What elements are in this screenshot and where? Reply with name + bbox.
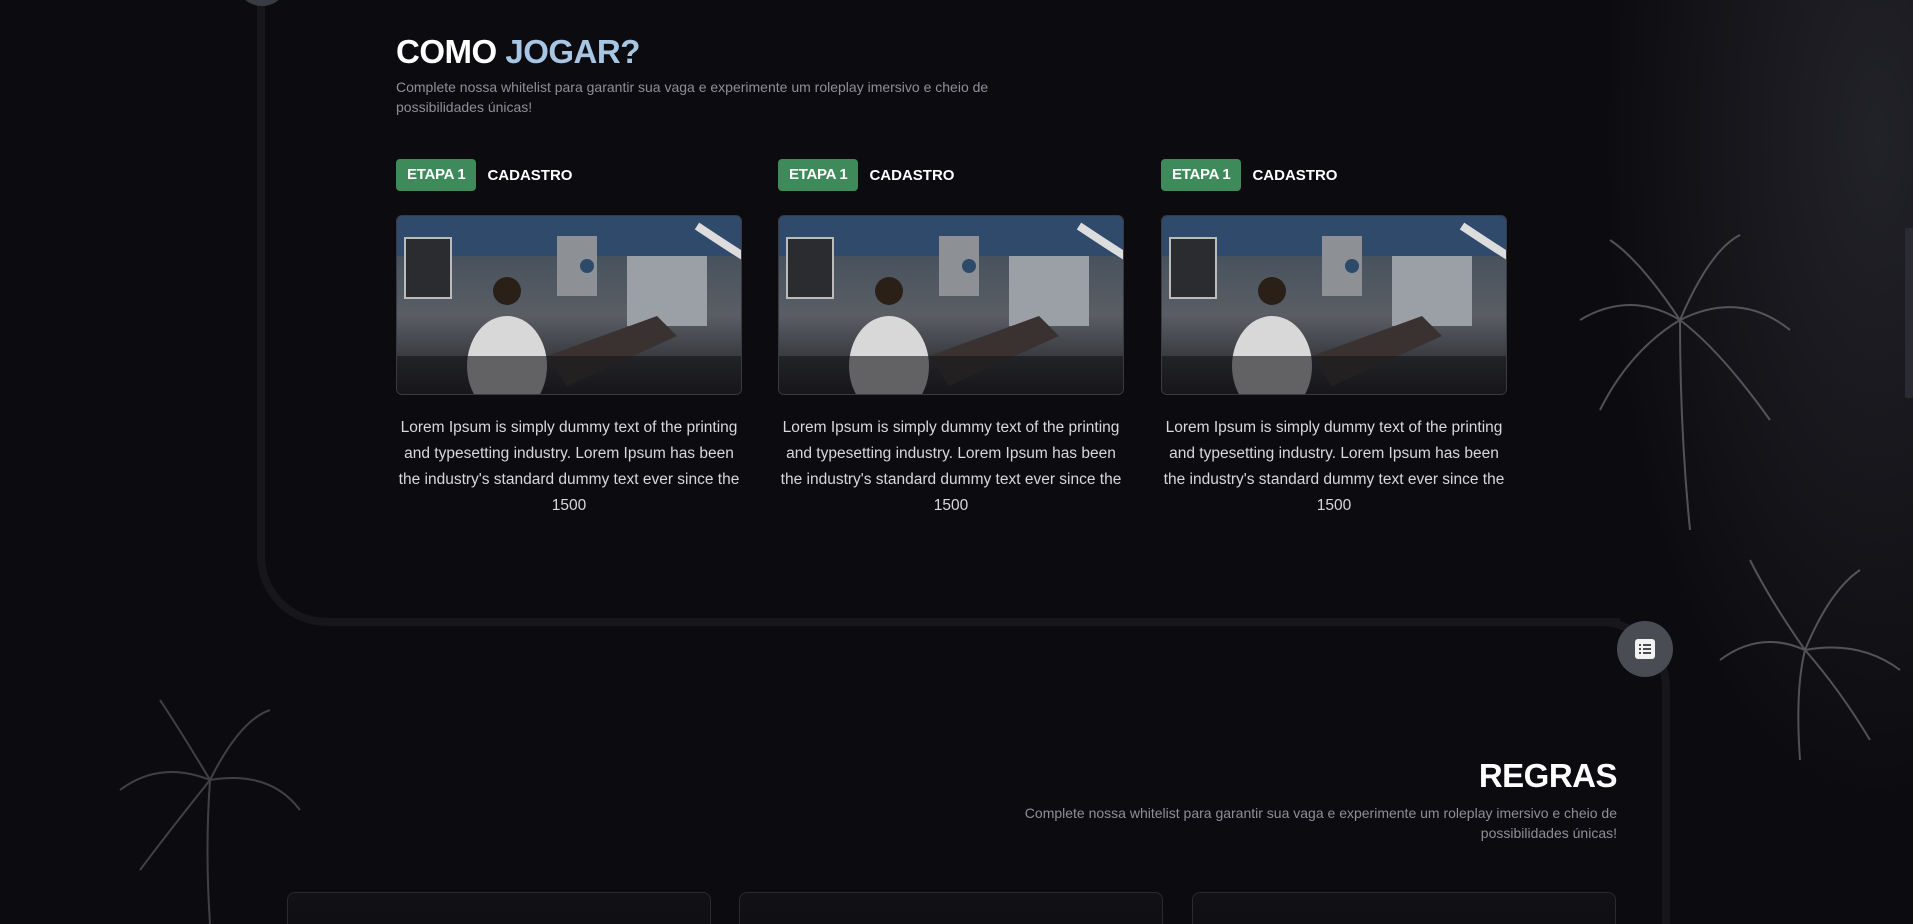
section-subtitle: Complete nossa whitelist para garantir s… (1024, 805, 1617, 841)
timeline-node (236, 0, 288, 6)
rules-section-node[interactable] (1617, 621, 1673, 677)
step-badge: ETAPA 1 (778, 159, 859, 191)
timeline-line-horizontal (330, 618, 1620, 626)
step-label: CADASTRO (1252, 166, 1338, 184)
rule-card[interactable] (1192, 892, 1616, 924)
section-title-how-to-play: COMO JOGAR? (396, 32, 640, 72)
step-label: CADASTRO (869, 166, 955, 184)
timeline-curve (257, 520, 337, 626)
title-part-1: COMO (396, 33, 497, 70)
list-icon (1635, 639, 1655, 659)
step-description: Lorem Ipsum is simply dummy text of the … (1163, 419, 1505, 514)
rule-card[interactable] (287, 892, 711, 924)
step-description: Lorem Ipsum is simply dummy text of the … (398, 419, 740, 514)
step-badge: ETAPA 1 (1161, 159, 1242, 191)
step-header: ETAPA 1 CADASTRO (1161, 159, 1337, 191)
step-badge: ETAPA 1 (396, 159, 477, 191)
step-image (778, 215, 1124, 395)
step-label: CADASTRO (487, 166, 573, 184)
page: COMO JOGAR? Complete nossa whitelist par… (0, 0, 1913, 924)
timeline-line (1662, 690, 1670, 924)
step-description: Lorem Ipsum is simply dummy text of the … (780, 419, 1122, 514)
step-header: ETAPA 1 CADASTRO (396, 159, 572, 191)
rule-card[interactable] (739, 892, 1163, 924)
step-header: ETAPA 1 CADASTRO (778, 159, 954, 191)
palm-tree-decoration-right-bottom (1719, 559, 1901, 760)
scrollbar-thumb[interactable] (1905, 228, 1913, 398)
palm-tree-decoration-right-top (1579, 234, 1791, 530)
step-image (1161, 215, 1507, 395)
step-image (396, 215, 742, 395)
section-subtitle: Complete nossa whitelist para garantir s… (396, 79, 989, 115)
title-part-2: JOGAR? (505, 33, 640, 70)
timeline-line (257, 0, 265, 560)
section-title-rules: REGRAS (1478, 757, 1618, 794)
palm-tree-decoration-left (119, 699, 301, 924)
